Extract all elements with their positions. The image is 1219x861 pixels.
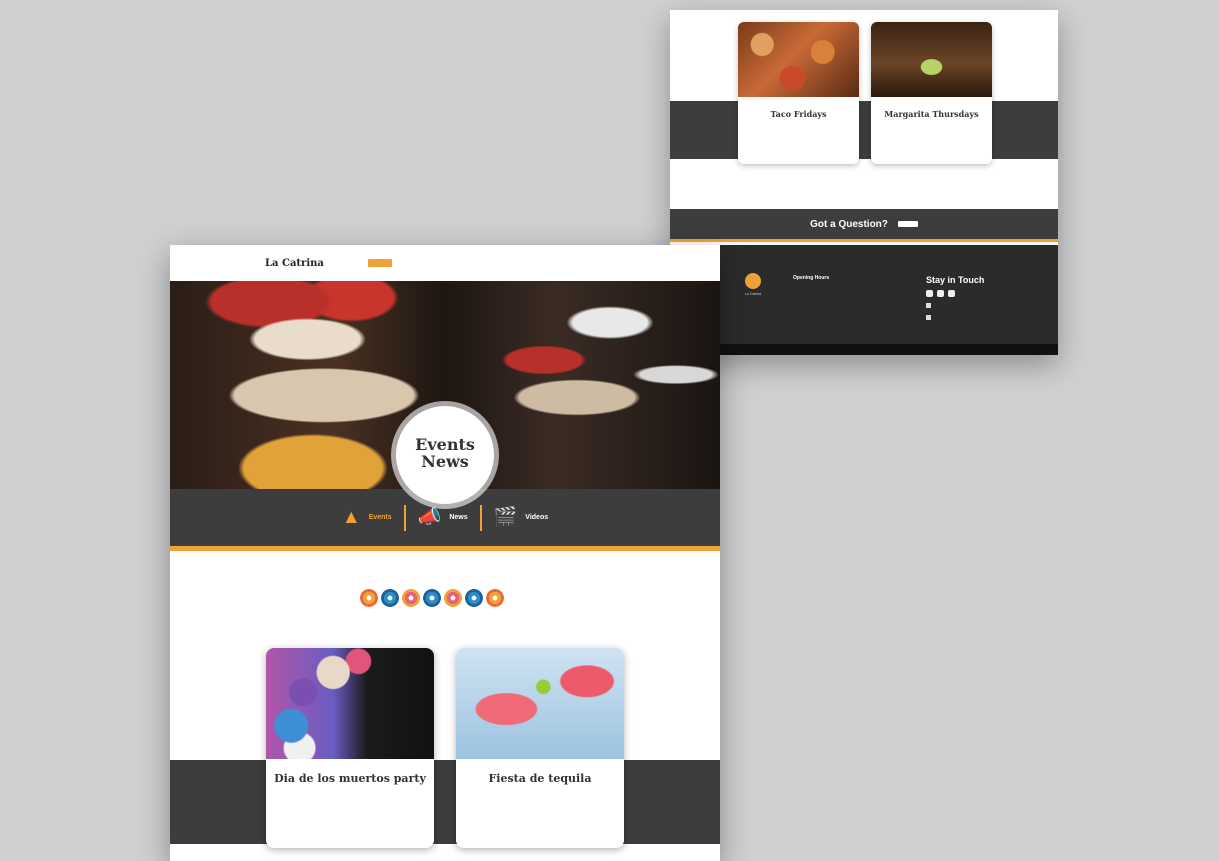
clapperboard-icon: 🎬 [493,507,518,528]
copyright-bar [670,344,1058,355]
question-banner: Got a Question? [670,209,1058,242]
floral-ornament [360,589,504,607]
card-band [170,760,720,844]
event-card-taco-fridays[interactable]: Taco Fridays [738,22,859,164]
event-card-excerpt [266,785,434,793]
youtube-icon[interactable] [948,290,955,297]
flower-icon [360,589,378,607]
stay-in-touch-title: Stay in Touch [926,275,985,285]
brand-name: La Catrina [265,257,324,269]
tripadvisor-icon[interactable] [937,290,944,297]
event-card-excerpt [738,119,859,123]
event-card-excerpt [871,119,992,123]
footer-preview-mockup: Taco Fridays Margarita Thursdays Got a Q… [670,10,1058,355]
sombrero-icon: ▲ [341,507,361,528]
event-card-title: Margarita Thursdays [884,109,979,119]
event-card-title: Taco Fridays [770,109,827,119]
flower-icon [402,589,420,607]
catrina-image [266,648,434,759]
top-navigation: La Catrina [170,245,720,281]
question-text: Got a Question? [810,218,888,230]
event-card-fiesta-de-tequila[interactable]: Fiesta de tequila [456,648,624,848]
site-footer: La Catrina Opening Hours Stay in Touch [670,245,1058,344]
footer-logo[interactable]: La Catrina [736,273,770,296]
nav-cta-button[interactable] [367,259,392,267]
stay-in-touch: Stay in Touch [926,275,984,320]
margarita-image [871,22,992,97]
event-card-margarita-thursdays[interactable]: Margarita Thursdays [871,22,992,164]
flower-icon [423,589,441,607]
mail-icon [926,314,931,320]
skull-logo-icon [745,273,761,289]
flower-icon [465,589,483,607]
brand-logo[interactable]: La Catrina [265,258,324,269]
flower-icon [486,589,504,607]
flower-icon [381,589,399,607]
card-band [670,101,1058,159]
event-card-excerpt [456,785,624,793]
badge-line-events: Events [415,435,475,454]
megaphone-icon: 📣 [417,507,442,528]
flower-icon [444,589,462,607]
footer-logo-name: La Catrina [744,292,762,296]
get-in-touch-button[interactable] [897,221,918,227]
tab-divider [403,504,406,531]
email-line[interactable] [926,314,984,320]
margarita-image [456,648,624,759]
event-card-title: Fiesta de tequila [488,772,592,785]
event-card-title: Dia de los muertos party [274,772,426,785]
instagram-icon[interactable] [926,290,933,297]
tab-videos[interactable]: 🎬 Videos [494,508,549,527]
opening-hours-title: Opening Hours [793,275,830,281]
tab-news-label: News [449,514,468,521]
tab-videos-label: Videos [525,514,549,521]
tab-events[interactable]: ▲ Events [342,508,392,527]
events-page-mockup: La Catrina Events News ▲ Events 📣 News 🎬… [170,245,720,861]
opening-hours: Opening Hours [793,275,829,283]
event-card-dia-de-los-muertos[interactable]: Dia de los muertos party [266,648,434,848]
badge-line-news: News [421,452,469,471]
events-news-badge: Events News [396,406,494,504]
hero-image: Events News [170,281,720,504]
tab-divider [479,504,482,531]
tab-events-label: Events [368,514,392,521]
tab-news[interactable]: 📣 News [418,508,468,527]
phone-line[interactable] [926,303,984,309]
taco-image [738,22,859,97]
phone-icon [926,303,931,309]
